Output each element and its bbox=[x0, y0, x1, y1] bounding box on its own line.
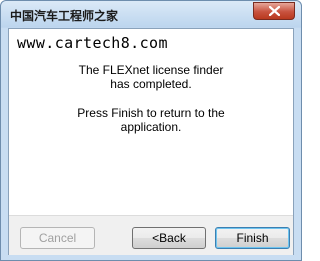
watermark-url: www.cartech8.com bbox=[17, 34, 168, 52]
message-line: application. bbox=[120, 120, 182, 134]
finish-button[interactable]: Finish bbox=[215, 227, 290, 249]
window-title: 中国汽车工程师之家 bbox=[10, 9, 119, 23]
instruction-message: Press Finish to return to the applicatio… bbox=[9, 106, 293, 134]
dialog-window: 中国汽车工程师之家 www.cartech8.com The FLEXnet l… bbox=[0, 0, 302, 261]
message-line: has completed. bbox=[110, 77, 192, 91]
cancel-button[interactable]: Cancel bbox=[20, 227, 95, 249]
completion-message: The FLEXnet license finder has completed… bbox=[9, 63, 293, 91]
dialog-content: www.cartech8.com The FLEXnet license fin… bbox=[8, 28, 294, 255]
message-line: The FLEXnet license finder bbox=[78, 63, 224, 77]
message-line: Press Finish to return to the bbox=[77, 106, 225, 120]
back-button[interactable]: <Back bbox=[132, 227, 206, 249]
title-bar[interactable]: 中国汽车工程师之家 bbox=[1, 1, 301, 27]
close-icon bbox=[269, 6, 280, 16]
close-button[interactable] bbox=[253, 2, 295, 20]
button-bar: Cancel <Back Finish bbox=[9, 215, 293, 255]
